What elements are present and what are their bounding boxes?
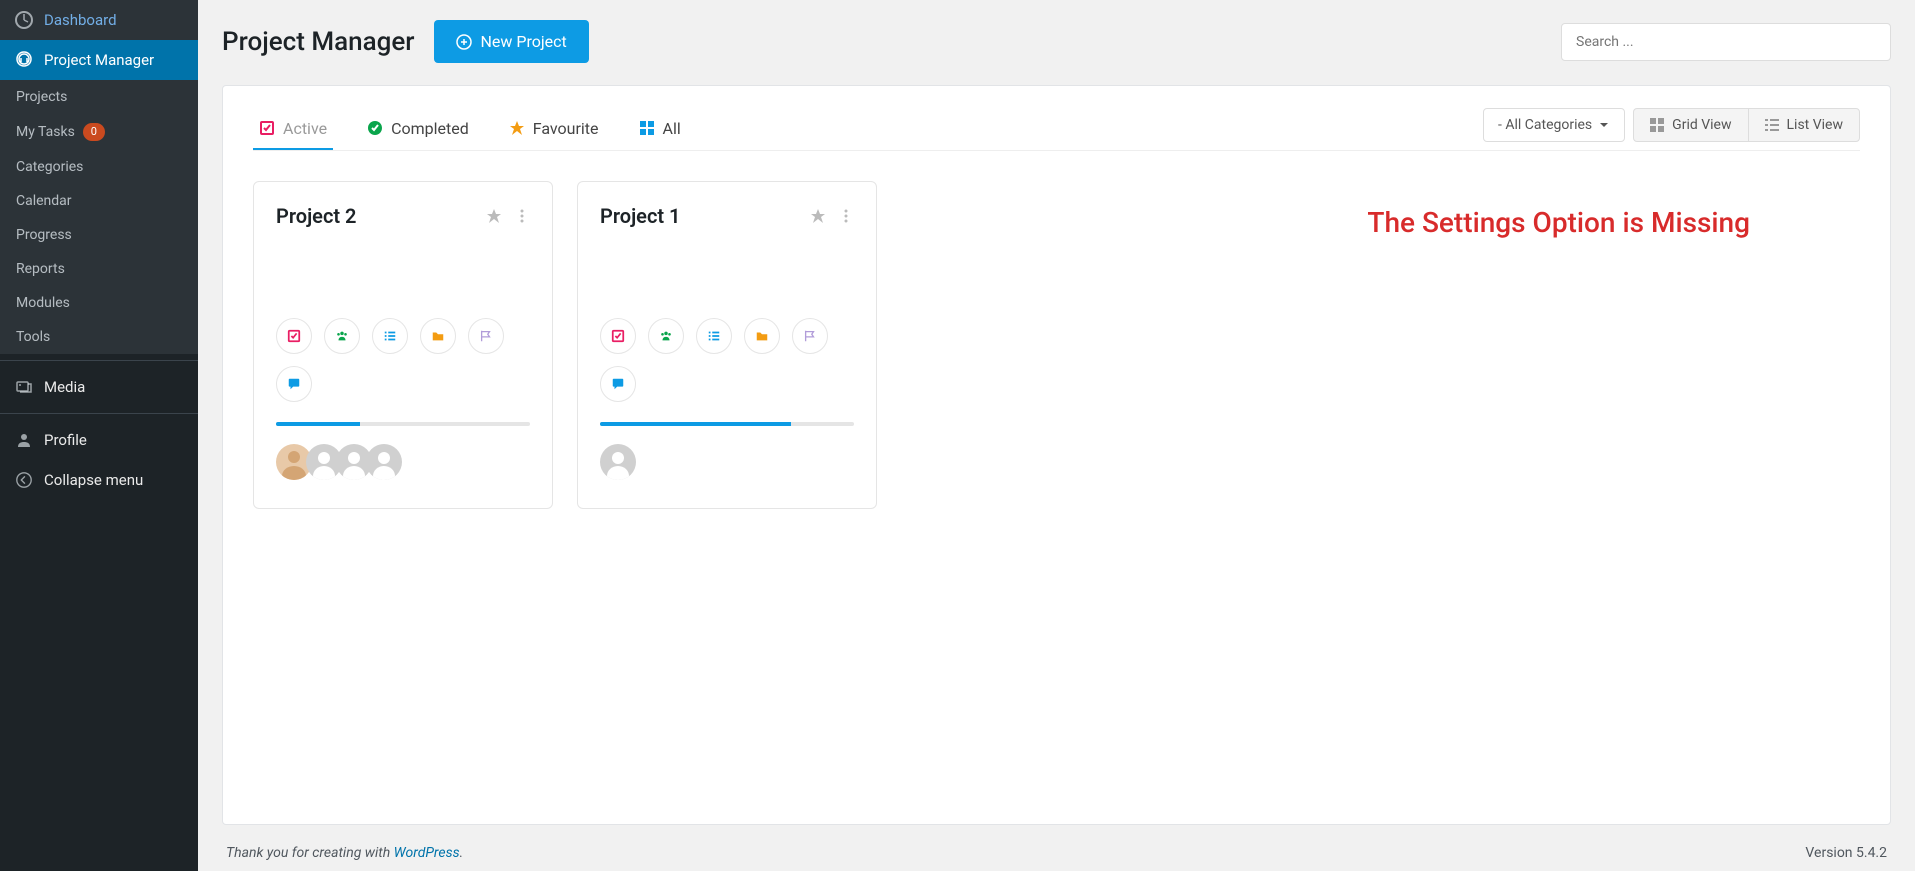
sidebar-item-label: Collapse menu: [44, 471, 143, 489]
search-input[interactable]: [1561, 23, 1891, 61]
tab-label: Favourite: [533, 119, 599, 138]
tab-label: Active: [283, 119, 327, 138]
list-view-button[interactable]: List View: [1749, 109, 1860, 141]
footer: Thank you for creating with WordPress. V…: [222, 825, 1891, 871]
version-text: Version 5.4.2: [1805, 845, 1887, 861]
sidebar-item-dashboard[interactable]: Dashboard: [0, 0, 198, 40]
tabs-row: Active Completed Favourite: [253, 108, 1860, 151]
sidebar-item-project-manager[interactable]: Project Manager: [0, 40, 198, 80]
progress-bar: [276, 422, 530, 426]
list-icon[interactable]: [372, 318, 408, 354]
progress-bar: [600, 422, 854, 426]
tab-label: Completed: [391, 119, 469, 138]
comment-icon[interactable]: [600, 366, 636, 402]
team-icon[interactable]: [648, 318, 684, 354]
sidebar-collapse-menu[interactable]: Collapse menu: [0, 460, 198, 500]
submenu-item-progress[interactable]: Progress: [0, 218, 198, 252]
categories-dropdown[interactable]: - All Categories: [1483, 108, 1625, 142]
team-icon[interactable]: [324, 318, 360, 354]
submenu-label: My Tasks: [16, 124, 75, 140]
active-icon: [259, 120, 275, 136]
footer-suffix: .: [460, 845, 464, 861]
button-label: New Project: [480, 32, 566, 51]
dashboard-icon: [14, 10, 34, 30]
project-icons: [600, 318, 854, 402]
wordpress-link[interactable]: WordPress: [394, 845, 460, 861]
folder-icon[interactable]: [420, 318, 456, 354]
submenu-item-my-tasks[interactable]: My Tasks 0: [0, 114, 198, 150]
flag-icon[interactable]: [468, 318, 504, 354]
avatars-row: [276, 444, 530, 480]
sidebar-item-label: Project Manager: [44, 51, 154, 69]
separator: [0, 360, 198, 361]
tab-completed[interactable]: Completed: [361, 109, 475, 150]
sidebar-item-label: Profile: [44, 431, 87, 449]
sidebar-item-label: Dashboard: [44, 11, 117, 29]
media-icon: [14, 377, 34, 397]
profile-icon: [14, 430, 34, 450]
avatar[interactable]: [600, 444, 636, 480]
tab-label: All: [663, 119, 681, 138]
tab-favourite[interactable]: Favourite: [503, 109, 605, 150]
submenu-item-projects[interactable]: Projects: [0, 80, 198, 114]
project-title: Project 2: [276, 204, 357, 228]
submenu-item-categories[interactable]: Categories: [0, 150, 198, 184]
comment-icon[interactable]: [276, 366, 312, 402]
separator: [0, 413, 198, 414]
sidebar-submenu: Projects My Tasks 0 Categories Calendar …: [0, 80, 198, 354]
completed-icon: [367, 120, 383, 136]
page-title: Project Manager: [222, 27, 414, 57]
annotation-text: The Settings Option is Missing: [1367, 206, 1750, 239]
more-icon[interactable]: [514, 208, 530, 224]
grid-view-button[interactable]: Grid View: [1634, 109, 1748, 141]
sidebar-item-media[interactable]: Media: [0, 367, 198, 407]
tabs: Active Completed Favourite: [253, 109, 687, 150]
tab-active[interactable]: Active: [253, 109, 333, 150]
content-panel: Active Completed Favourite: [222, 85, 1891, 825]
new-project-button[interactable]: New Project: [434, 20, 588, 63]
checklist-icon[interactable]: [276, 318, 312, 354]
plus-icon: [456, 34, 472, 50]
project-icons: [276, 318, 530, 402]
star-icon[interactable]: [810, 208, 826, 224]
project-card[interactable]: Project 1: [577, 181, 877, 509]
flag-icon[interactable]: [792, 318, 828, 354]
search-box: [1561, 23, 1891, 61]
sidebar-item-profile[interactable]: Profile: [0, 420, 198, 460]
main-content: Project Manager New Project Active: [198, 0, 1915, 871]
project-manager-icon: [14, 50, 34, 70]
list-icon: [1765, 118, 1779, 132]
dropdown-label: - All Categories: [1498, 117, 1592, 133]
my-tasks-badge: 0: [83, 123, 105, 141]
view-label: List View: [1787, 117, 1844, 133]
avatars-row: [600, 444, 854, 480]
project-title: Project 1: [600, 204, 681, 228]
favourite-icon: [509, 120, 525, 136]
view-toggle: Grid View List View: [1633, 108, 1860, 142]
chevron-down-icon: [1598, 119, 1610, 131]
submenu-item-reports[interactable]: Reports: [0, 252, 198, 286]
view-label: Grid View: [1672, 117, 1731, 133]
filters: - All Categories Grid View: [1483, 108, 1860, 150]
avatar[interactable]: [366, 444, 402, 480]
all-icon: [639, 120, 655, 136]
project-card[interactable]: Project 2: [253, 181, 553, 509]
folder-icon[interactable]: [744, 318, 780, 354]
admin-sidebar: Dashboard Project Manager Projects My Ta…: [0, 0, 198, 871]
submenu-item-calendar[interactable]: Calendar: [0, 184, 198, 218]
page-header: Project Manager New Project: [222, 20, 1891, 63]
collapse-icon: [14, 470, 34, 490]
checklist-icon[interactable]: [600, 318, 636, 354]
sidebar-item-label: Media: [44, 378, 85, 396]
star-icon[interactable]: [486, 208, 502, 224]
more-icon[interactable]: [838, 208, 854, 224]
submenu-item-tools[interactable]: Tools: [0, 320, 198, 354]
tab-all[interactable]: All: [633, 109, 687, 150]
grid-icon: [1650, 118, 1664, 132]
footer-prefix: Thank you for creating with: [226, 845, 394, 861]
list-icon[interactable]: [696, 318, 732, 354]
submenu-item-modules[interactable]: Modules: [0, 286, 198, 320]
